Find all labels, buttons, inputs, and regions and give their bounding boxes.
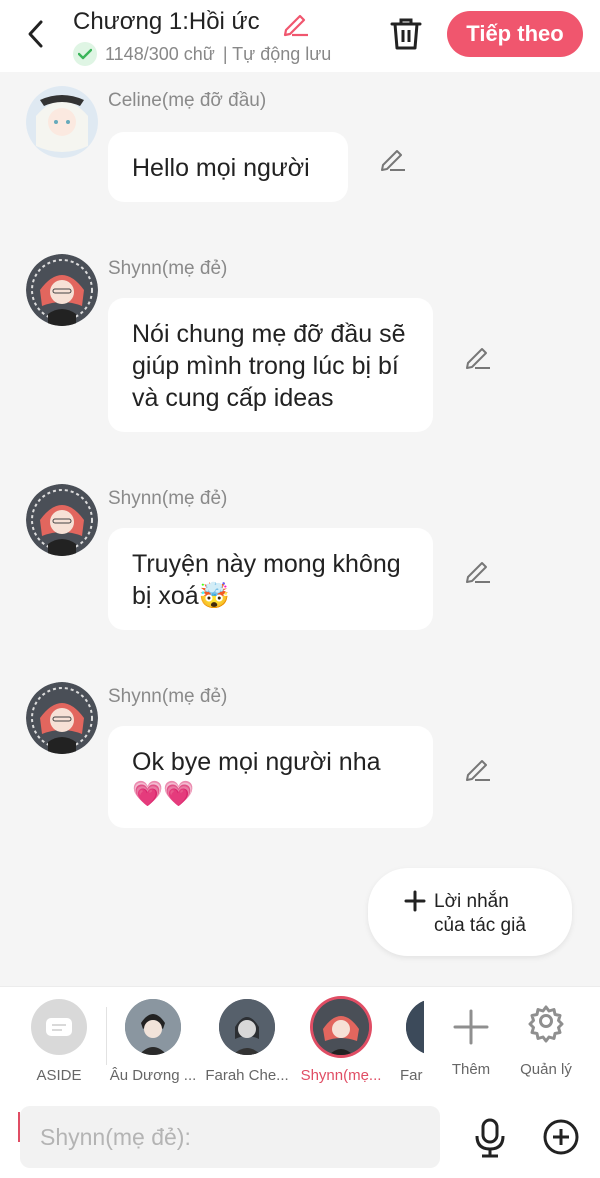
input-placeholder: Shynn(mẹ đẻ): xyxy=(40,1123,191,1150)
edit-icon[interactable] xyxy=(463,754,493,784)
avatar[interactable] xyxy=(26,86,98,158)
character-farah[interactable]: Farah Che... xyxy=(202,999,292,1084)
microphone-icon[interactable] xyxy=(472,1118,508,1158)
edit-icon[interactable] xyxy=(463,342,493,372)
add-circle-icon[interactable] xyxy=(542,1118,580,1156)
chevron-left-icon xyxy=(28,20,43,48)
avatar[interactable] xyxy=(26,254,98,326)
autosave-label: | Tự động lưu xyxy=(222,43,332,64)
edit-icon[interactable] xyxy=(463,556,493,586)
avatar[interactable] xyxy=(26,484,98,556)
avatar xyxy=(219,999,275,1055)
pencil-icon[interactable] xyxy=(280,8,310,38)
sender-name: Shynn(mẹ đẻ) xyxy=(108,258,228,279)
character-aside[interactable]: ASIDE xyxy=(14,999,104,1084)
next-button[interactable]: Tiếp theo xyxy=(447,11,583,57)
chat-bubble-icon xyxy=(31,999,87,1055)
back-button[interactable] xyxy=(18,14,54,54)
character-shynn[interactable]: Shynn(mẹ... xyxy=(296,999,386,1084)
sender-name: Shynn(mẹ đẻ) xyxy=(108,686,228,707)
divider xyxy=(106,1007,107,1065)
character-selector: ASIDE Âu Dương ... Farah Che... Shynn(mẹ… xyxy=(0,986,600,1095)
manage-button[interactable]: Quản lý xyxy=(501,999,591,1078)
message-bubble[interactable]: Hello mọi người xyxy=(108,132,348,202)
edit-icon[interactable] xyxy=(378,144,408,174)
avatar xyxy=(406,999,424,1055)
character-au-duong[interactable]: Âu Dương ... xyxy=(108,999,198,1084)
avatar[interactable] xyxy=(26,682,98,754)
sender-name: Shynn(mẹ đẻ) xyxy=(108,488,228,509)
plus-icon xyxy=(402,888,428,914)
word-count: 1148/300 chữ xyxy=(105,43,215,64)
message-input[interactable]: Shynn(mẹ đẻ): xyxy=(20,1106,440,1168)
avatar xyxy=(125,999,181,1055)
plus-icon xyxy=(443,999,499,1055)
message-bubble[interactable]: Nói chung mẹ đỡ đầu sẽ giúp mình trong l… xyxy=(108,298,433,432)
top-bar: Chương 1:Hồi ức 1148/300 chữ | Tự động l… xyxy=(0,0,600,72)
sender-name: Celine(mẹ đỡ đầu) xyxy=(108,90,267,111)
gear-icon xyxy=(518,999,574,1055)
trash-icon[interactable] xyxy=(386,14,426,54)
character-far[interactable]: Far xyxy=(390,999,424,1084)
input-bar: Shynn(mẹ đẻ): xyxy=(0,1094,600,1178)
check-icon xyxy=(73,42,97,66)
avatar xyxy=(313,999,369,1055)
author-note-button[interactable]: Lời nhắn của tác giả xyxy=(368,868,572,956)
message-bubble[interactable]: Ok bye mọi người nha 💗💗 xyxy=(108,726,433,828)
author-note-label: Lời nhắn của tác giả xyxy=(434,891,526,936)
status-line: 1148/300 chữ | Tự động lưu xyxy=(73,42,331,66)
chapter-title[interactable]: Chương 1:Hồi ức xyxy=(73,8,260,36)
text-cursor xyxy=(18,1112,20,1142)
message-bubble[interactable]: Truyện này mong không bị xoá🤯 xyxy=(108,528,433,630)
